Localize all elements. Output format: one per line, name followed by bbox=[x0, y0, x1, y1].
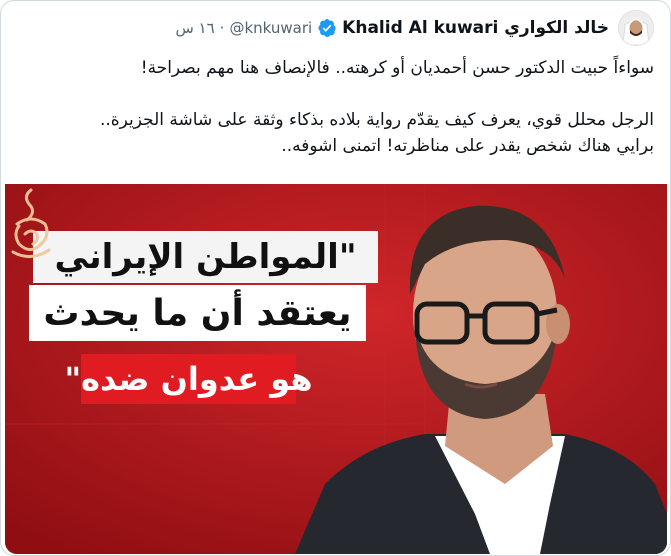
verified-badge-icon bbox=[318, 19, 336, 37]
avatar-image bbox=[619, 11, 653, 45]
headline-banner-line-3: هو عدوان ضده" bbox=[64, 354, 313, 404]
author-handle[interactable]: @knkuwari bbox=[229, 19, 312, 37]
author-name[interactable]: Khalid Al kuwari خالد الكواري bbox=[342, 18, 609, 38]
tweet-header: Khalid Al kuwari خالد الكواري @knkuwari … bbox=[175, 10, 654, 46]
separator-dot: · bbox=[219, 19, 225, 37]
headline-banner-line-2: يعتقد أن ما يحدث bbox=[29, 285, 366, 341]
tweet-text-line: برايي هناك شخص يقدر على مناظرته! اتمنى ا… bbox=[281, 136, 654, 156]
tweet-timestamp[interactable]: ١٦ س bbox=[175, 19, 214, 37]
tweet-text: سواءاً حبيت الدكتور حسن أحمديان أو كرهته… bbox=[14, 55, 654, 159]
tweet-card[interactable]: Khalid Al kuwari خالد الكواري @knkuwari … bbox=[0, 0, 671, 556]
headline-banner-line-1: "المواطن الإيراني bbox=[33, 231, 378, 283]
author-avatar[interactable] bbox=[618, 10, 654, 46]
tweet-text-line: سواءاً حبيت الدكتور حسن أحمديان أو كرهته… bbox=[140, 58, 654, 78]
aljazeera-logo-icon bbox=[11, 188, 51, 258]
tweet-text-line: الرجل محلل قوي، يعرف كيف يقدّم رواية بلا… bbox=[99, 110, 654, 130]
tweet-media-image[interactable]: "المواطن الإيراني يعتقد أن ما يحدث هو عد… bbox=[5, 184, 667, 554]
